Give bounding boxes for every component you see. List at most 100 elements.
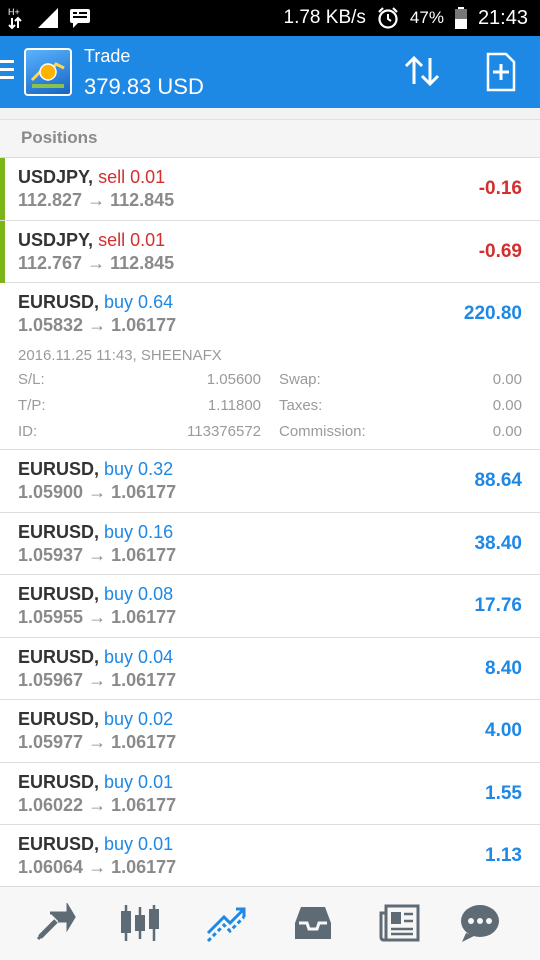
open-price: 1.05967 [18, 669, 84, 690]
open-price: 112.827 [18, 190, 83, 210]
clock: 21:43 [477, 6, 528, 29]
app-logo[interactable] [24, 48, 72, 96]
chat-icon[interactable] [458, 903, 502, 943]
chart-icon[interactable] [118, 903, 162, 943]
position-row[interactable]: EURUSD, buy 0.32 1.05900 → 1.06177 88.64 [0, 450, 540, 513]
arrow-icon: → [88, 669, 107, 690]
position-action: buy 0.02 [104, 709, 174, 729]
position-row[interactable]: USDJPY, sell 0.01 112.767 → 112.845 -0.69 [0, 220, 540, 283]
arrow-icon: → [88, 482, 107, 502]
position-row[interactable]: EURUSD, buy 0.02 1.05977 → 1.06177 4.00 [0, 700, 540, 763]
position-profit: 17.76 [474, 595, 522, 616]
position-action: buy 0.64 [104, 292, 174, 312]
arrow-icon: → [88, 732, 107, 752]
commission-label: Commission: [279, 423, 366, 440]
list-top-spacer [0, 108, 540, 120]
position-symbol: USDJPY, [18, 229, 94, 250]
position-symbol: EURUSD, [18, 292, 100, 312]
status-bar: H+ 1.78 KB/s 47% 21:43 [0, 0, 540, 36]
id-label: ID: [18, 423, 38, 440]
tp-value: 1.11800 [207, 397, 261, 414]
network-type-label: H+ [8, 7, 20, 17]
news-icon[interactable] [378, 903, 422, 943]
arrow-icon: → [88, 607, 107, 627]
open-price: 1.06064 [18, 857, 84, 877]
open-price: 1.05955 [18, 607, 84, 627]
swap-label: Swap: [279, 371, 321, 388]
position-action: buy 0.16 [104, 521, 174, 542]
current-price: 112.845 [110, 190, 175, 210]
position-action: buy 0.32 [104, 459, 174, 479]
menu-icon[interactable] [0, 60, 16, 84]
arrow-icon: → [88, 544, 107, 565]
quotes-icon[interactable] [34, 903, 78, 943]
open-price: 112.767 [18, 252, 83, 273]
new-order-icon[interactable] [478, 50, 522, 94]
position-row[interactable]: EURUSD, buy 0.16 1.05937 → 1.06177 38.40 [0, 513, 540, 575]
trade-icon[interactable] [204, 903, 248, 943]
position-profit: 220.80 [463, 303, 522, 324]
tp-label: T/P: [18, 397, 46, 414]
open-time-server: 2016.11.25 11:43, SHEENAFX [18, 347, 222, 364]
position-row[interactable]: EURUSD, buy 0.08 1.05955 → 1.06177 17.76 [0, 575, 540, 638]
swap-value: 0.00 [492, 371, 522, 388]
current-price: 112.845 [110, 252, 175, 273]
battery-percent: 47% [409, 8, 444, 27]
position-symbol: EURUSD, [18, 521, 100, 542]
sort-icon[interactable] [400, 50, 444, 94]
current-price: 1.06177 [111, 732, 177, 752]
open-price: 1.06022 [18, 794, 84, 815]
taxes-label: Taxes: [279, 397, 323, 414]
signal-icon [38, 8, 58, 28]
arrow-icon: → [88, 794, 107, 815]
commission-value: 0.00 [492, 423, 522, 440]
current-price: 1.06177 [111, 794, 177, 815]
position-action: buy 0.08 [104, 584, 174, 604]
bottom-nav [0, 886, 540, 960]
arrow-icon: → [87, 252, 106, 273]
current-price: 1.06177 [111, 857, 177, 877]
taxes-value: 0.00 [492, 397, 522, 414]
position-profit: 1.55 [485, 782, 522, 804]
alarm-icon [378, 7, 398, 29]
position-profit: 38.40 [474, 532, 522, 554]
current-price: 1.06177 [111, 607, 177, 627]
position-action: buy 0.01 [104, 834, 174, 854]
position-row[interactable]: USDJPY, sell 0.01 112.827 → 112.845 -0.16 [0, 158, 540, 221]
account-balance: 379.83 USD [84, 74, 204, 99]
position-symbol: EURUSD, [18, 646, 100, 667]
position-action: buy 0.04 [104, 646, 174, 667]
position-action: sell 0.01 [98, 229, 166, 250]
position-profit: 4.00 [485, 720, 522, 741]
position-symbol: EURUSD, [18, 834, 100, 854]
position-row[interactable]: EURUSD, buy 0.01 1.06022 → 1.06177 1.55 [0, 763, 540, 825]
arrow-icon: → [87, 190, 106, 210]
history-icon[interactable] [291, 903, 335, 943]
position-row[interactable]: EURUSD, buy 0.04 1.05967 → 1.06177 8.40 [0, 638, 540, 700]
open-price: 1.05977 [18, 732, 84, 752]
position-symbol: EURUSD, [18, 709, 100, 729]
sell-marker [0, 158, 5, 220]
current-price: 1.06177 [111, 315, 177, 335]
position-profit: 88.64 [474, 470, 522, 491]
sl-label: S/L: [18, 371, 45, 388]
position-row[interactable]: EURUSD, buy 0.01 1.06064 → 1.06177 1.13 [0, 825, 540, 888]
sl-value: 1.05600 [206, 371, 261, 388]
open-price: 1.05900 [18, 482, 84, 502]
position-profit: 1.13 [485, 845, 522, 866]
id-value: 113376572 [187, 423, 261, 440]
position-symbol: EURUSD, [18, 584, 100, 604]
data-arrows-icon: H+ [8, 7, 22, 30]
sell-marker [0, 220, 5, 283]
position-symbol: EURUSD, [18, 459, 100, 479]
position-details: 2016.11.25 11:43, SHEENAFX S/L: 1.05600 Swa… [18, 345, 522, 449]
battery-icon [454, 7, 467, 29]
open-price: 1.05937 [18, 544, 84, 565]
app-bar: Trade 379.83 USD [0, 36, 540, 108]
position-row[interactable]: EURUSD, buy 0.64 1.05832 → 1.06177 220.80 2… [0, 283, 540, 450]
position-symbol: EURUSD, [18, 771, 100, 792]
position-action: sell 0.01 [98, 167, 166, 187]
arrow-icon: → [88, 315, 107, 335]
positions-list[interactable]: Positions USDJPY, sell 0.01 112.827 → 112… [0, 108, 540, 888]
section-header: Positions [0, 120, 540, 158]
